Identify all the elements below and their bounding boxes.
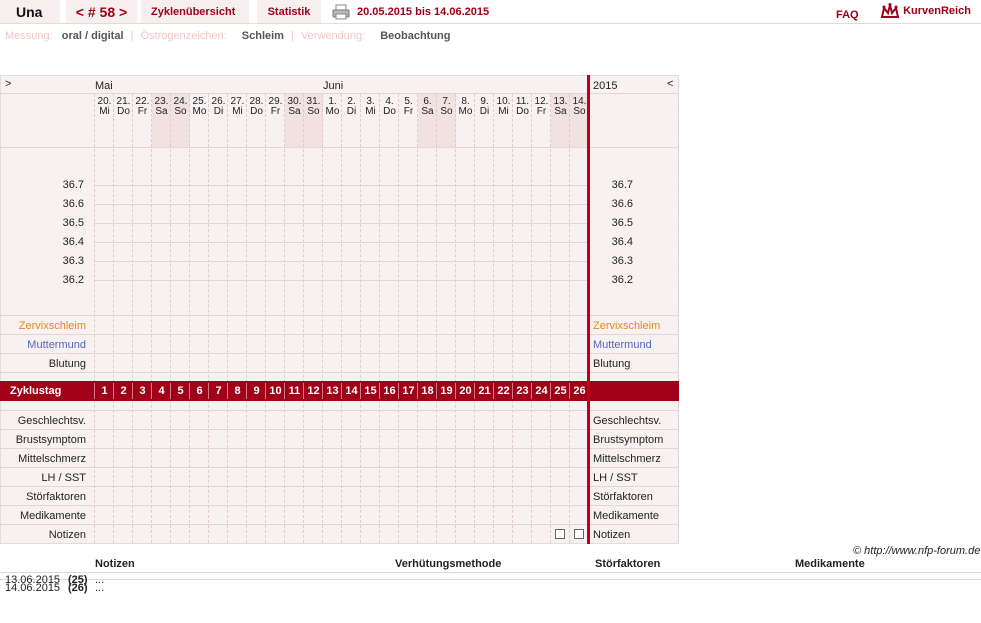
measure-label: Messung:: [5, 30, 53, 42]
printer-icon[interactable]: [332, 4, 350, 20]
cycle-day-separator: [246, 383, 247, 399]
cycle-day-separator: [531, 383, 532, 399]
chart-nav-next[interactable]: <: [667, 78, 673, 90]
cycle-day-number: 5: [177, 385, 184, 397]
cycle-day-number: 20: [459, 385, 472, 397]
cycle-day-separator: [132, 383, 133, 399]
cycle-day-separator: [94, 383, 95, 399]
date-range: 20.05.2015 bis 14.06.2015: [357, 6, 490, 18]
note-entry[interactable]: 14.06.2015 (26)...: [5, 582, 305, 594]
brand-logo[interactable]: KurvenReich: [880, 2, 971, 22]
cycle-day-number: 10: [269, 385, 282, 397]
col-header-disturbances: Störfaktoren: [595, 558, 661, 570]
chart-nav-prev[interactable]: >: [5, 78, 11, 90]
cycle-chart: [0, 75, 679, 544]
cycle-day-number: 14: [345, 385, 358, 397]
cycle-day-number: 11: [288, 385, 301, 397]
use-label: Verwendung:: [300, 30, 366, 42]
estrogen-label: Östrogenzeichen:: [140, 30, 227, 42]
cycle-day-separator: [512, 383, 513, 399]
col-header-notes: Notizen: [95, 558, 135, 570]
cycle-day-separator: [455, 383, 456, 399]
separator: |: [291, 30, 294, 42]
cycle-day-number: 4: [158, 385, 165, 397]
cycle-day-number: 22: [497, 385, 510, 397]
separator: |: [130, 30, 134, 42]
cycle-day-number: 17: [402, 385, 415, 397]
use-value: Beobachtung: [380, 30, 451, 42]
cycle-day-separator: [493, 383, 494, 399]
cycle-day-separator: [189, 383, 190, 399]
copyright[interactable]: © http://www.nfp-forum.de: [853, 545, 980, 557]
cycle-day-label: Zyklustag: [10, 385, 62, 397]
today-marker: [587, 75, 590, 544]
cycle-day-number: 12: [307, 385, 320, 397]
cycle-day-separator: [303, 383, 304, 399]
cycle-day-number: 6: [196, 385, 203, 397]
footer-divider: [0, 572, 981, 573]
cycle-day-number: 15: [364, 385, 377, 397]
col-header-contraception: Verhütungsmethode: [395, 558, 502, 570]
cycle-day-number: 3: [139, 385, 146, 397]
header-divider: [0, 23, 981, 24]
cycle-day-number: 18: [421, 385, 434, 397]
cycle-day-bar: Zyklustag 1 2 3 4 5 6 7 8 9 10 11 12 13 14 15 16 17 18 19 2…: [0, 381, 679, 401]
cycle-day-separator: [265, 383, 266, 399]
cycle-day-number: 8: [234, 385, 241, 397]
cycle-day-number: 16: [383, 385, 396, 397]
entry-cycle-day: (26): [68, 582, 88, 594]
cycle-day-separator: [569, 383, 570, 399]
cycle-day-separator: [227, 383, 228, 399]
cycle-day-separator: [284, 383, 285, 399]
note-icon[interactable]: [574, 529, 584, 539]
cycle-day-separator: [474, 383, 475, 399]
cycle-day-separator: [550, 383, 551, 399]
cycle-day-number: 24: [535, 385, 548, 397]
month-label-june: Juni: [323, 80, 344, 92]
settings-line: Messung: oral / digital | Östrogenzeiche…: [5, 29, 451, 43]
cycle-navigator[interactable]: < # 58 >: [66, 0, 137, 23]
crown-icon: [880, 3, 900, 18]
cycle-day-number: 7: [215, 385, 222, 397]
cycle-day-separator: [417, 383, 418, 399]
month-label-may: Mai: [95, 80, 113, 92]
cycle-day-number: 25: [554, 385, 567, 397]
estrogen-value: Schleim: [241, 30, 284, 42]
cycle-day-separator: [151, 383, 152, 399]
cycle-day-number: 23: [516, 385, 529, 397]
measure-value: oral / digital: [61, 30, 124, 42]
cycle-day-separator: [113, 383, 114, 399]
cycle-day-number: 13: [326, 385, 339, 397]
cycle-day-separator: [341, 383, 342, 399]
cycle-day-number: 1: [101, 385, 108, 397]
cycle-day-separator: [322, 383, 323, 399]
cycle-day-number: 21: [478, 385, 491, 397]
cycle-day-separator: [170, 383, 171, 399]
user-name: Una: [0, 0, 60, 23]
cycle-day-separator: [398, 383, 399, 399]
entry-note: ...: [95, 582, 105, 594]
cycle-day-number: 2: [120, 385, 127, 397]
cycle-day-separator: [360, 383, 361, 399]
cycle-day-number: 19: [440, 385, 453, 397]
year-label: 2015: [593, 80, 618, 92]
note-icon[interactable]: [555, 529, 565, 539]
cycle-day-separator: [379, 383, 380, 399]
col-header-medication: Medikamente: [795, 558, 865, 570]
cycle-day-separator: [436, 383, 437, 399]
brand-name: KurvenReich: [903, 5, 971, 17]
tab-statistics[interactable]: Statistik: [257, 0, 321, 23]
tab-cycle-overview[interactable]: Zyklenübersicht: [141, 0, 249, 23]
cycle-day-number: 9: [253, 385, 260, 397]
entry-date: 14.06.2015: [5, 582, 61, 594]
cycle-day-separator: [208, 383, 209, 399]
